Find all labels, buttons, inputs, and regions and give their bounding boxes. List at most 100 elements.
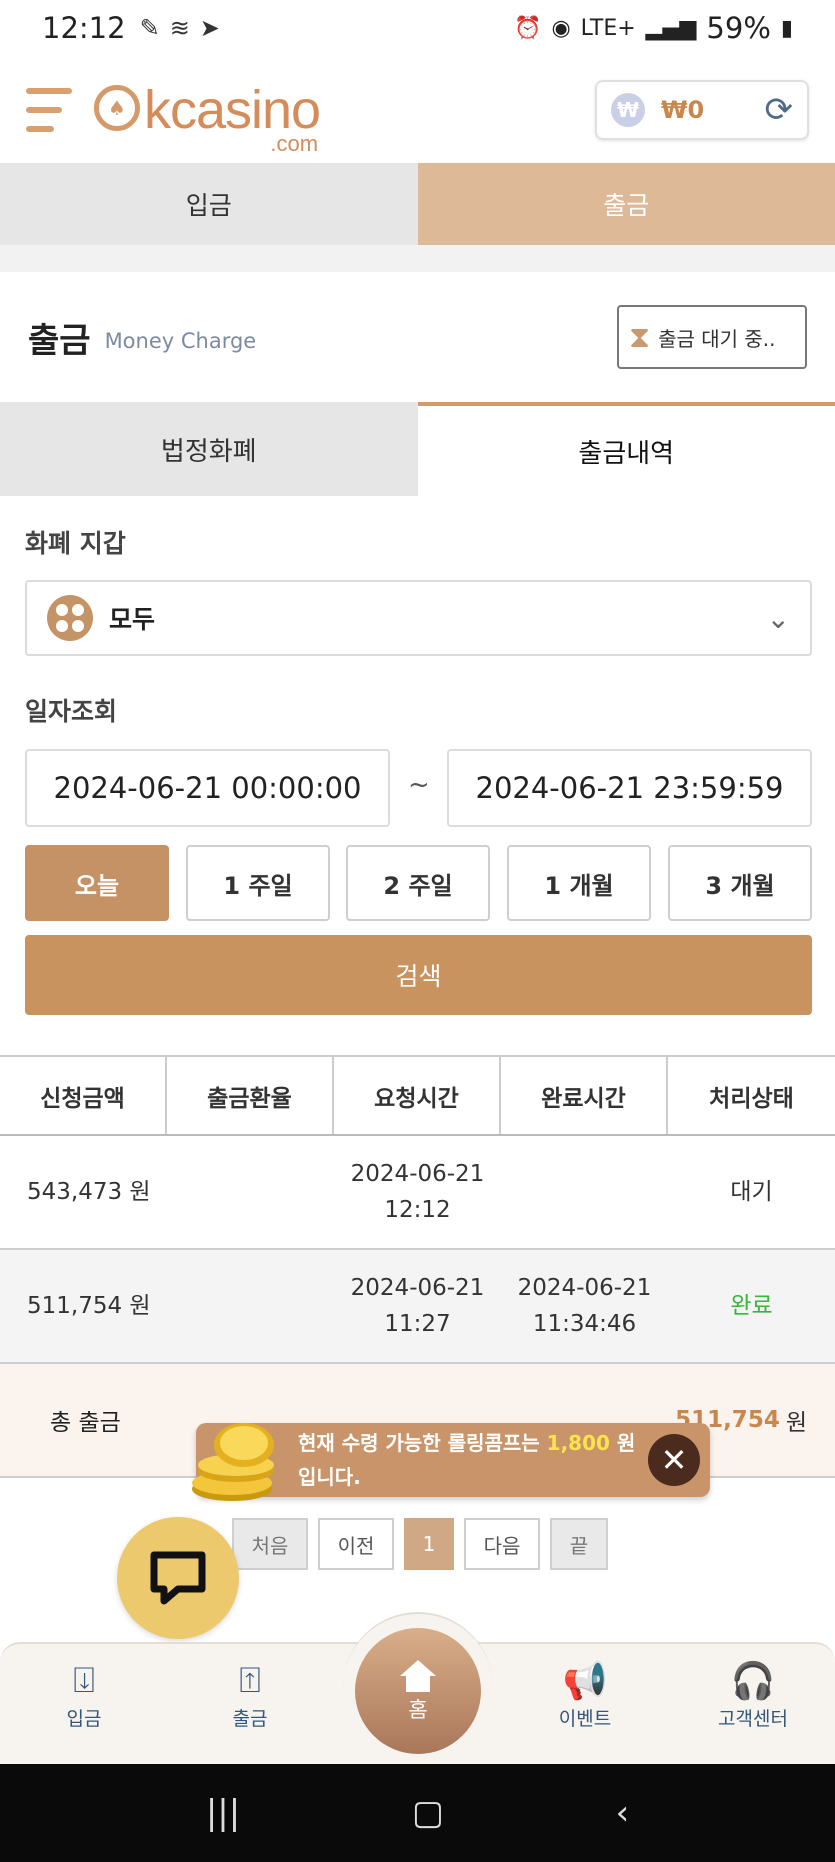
- chevron-down-icon: ⌄: [766, 601, 790, 635]
- nav-support-label: 고객센터: [718, 1708, 788, 1730]
- wallet-balance: ₩ ₩0 ⟳: [595, 79, 809, 140]
- home-circle-icon[interactable]: ▢: [412, 1793, 444, 1833]
- android-nav-bar: ||| ▢ ‹: [0, 1764, 835, 1862]
- nav-deposit[interactable]: ⍗ 입금: [24, 1660, 144, 1731]
- cell-amount: 543,473 원: [27, 1179, 151, 1205]
- range-3month-button[interactable]: 3 개월: [668, 845, 812, 921]
- total-unit: 원: [785, 1410, 807, 1436]
- gold-coins-icon: [192, 1423, 274, 1501]
- range-1month-button[interactable]: 1 개월: [507, 845, 651, 921]
- range-today-button[interactable]: 오늘: [25, 845, 169, 921]
- cell-status: 대기: [730, 1179, 773, 1205]
- tab-withdraw-history[interactable]: 출금내역: [417, 402, 835, 496]
- wave-notification-icon: ≋: [169, 14, 190, 42]
- logo-domain: .com: [270, 130, 319, 156]
- cell-rate: [167, 1250, 334, 1362]
- status-time: 12:12: [42, 11, 126, 45]
- range-1week-button[interactable]: 1 주일: [186, 845, 330, 921]
- wallet-select-value: 모두: [109, 605, 156, 634]
- date-query-label: 일자조회: [25, 697, 118, 726]
- sub-tabs: 법정화폐 출금내역: [0, 402, 835, 496]
- headset-icon: 🎧: [730, 1661, 776, 1702]
- cell-amount: 511,754 원: [27, 1293, 151, 1319]
- nav-event[interactable]: 📢 이벤트: [525, 1660, 645, 1731]
- notification-icons: ✎ ≋ ➤: [140, 14, 220, 42]
- page-last-button[interactable]: 끝: [550, 1518, 608, 1570]
- search-button[interactable]: 검색: [25, 935, 812, 1015]
- start-date-field[interactable]: 2024-06-21 00:00:00: [25, 749, 390, 827]
- section-header: 출금 Money Charge ⧗ 출금 대기 중..: [0, 272, 835, 402]
- page-first-button[interactable]: 처음: [232, 1518, 308, 1570]
- column-header: 출금환율: [167, 1057, 334, 1134]
- page-prev-button[interactable]: 이전: [318, 1518, 394, 1570]
- cell-request-time: 2024-06-21 12:12: [350, 1161, 485, 1223]
- megaphone-icon: 📢: [562, 1661, 608, 1702]
- recent-apps-icon[interactable]: |||: [206, 1793, 240, 1833]
- toast-close-button[interactable]: ✕: [648, 1434, 700, 1486]
- withdraw-history-table: 신청금액 출금환율 요청시간 완료시간 처리상태 543,473 원 2024-…: [0, 1055, 835, 1478]
- column-header: 신청금액: [0, 1057, 167, 1134]
- toast-text: 현재 수령 가능한 롤링콤프는 1,800 원 입니다.: [298, 1431, 636, 1489]
- won-icon: ₩: [611, 92, 645, 127]
- all-grid-icon: [47, 595, 93, 641]
- page-next-button[interactable]: 다음: [464, 1518, 540, 1570]
- tab-withdraw[interactable]: 출금: [417, 163, 835, 245]
- nav-support[interactable]: 🎧 고객센터: [693, 1660, 813, 1731]
- status-right: ⏰ ◉ LTE+ ▂▄▆ 59% ▮: [514, 11, 793, 45]
- nav-home[interactable]: 홈: [355, 1628, 481, 1754]
- tab-fiat[interactable]: 법정화폐: [0, 402, 418, 496]
- column-header: 완료시간: [501, 1057, 668, 1134]
- chat-button[interactable]: [117, 1517, 239, 1639]
- nav-deposit-label: 입금: [66, 1708, 102, 1730]
- signal-icon: ▂▄▆: [645, 15, 697, 41]
- wallet-amount: ₩0: [661, 95, 705, 124]
- pending-label: 출금 대기 중..: [658, 326, 776, 351]
- app-notification-icon: ✎: [139, 14, 160, 42]
- hotspot-icon: ◉: [551, 15, 571, 41]
- back-icon[interactable]: ‹: [616, 1793, 630, 1833]
- divider: [0, 245, 835, 272]
- pagination: 처음 이전 1 다음 끝: [232, 1518, 608, 1570]
- cell-status: 완료: [730, 1293, 773, 1319]
- logo-text: kcasino .com: [144, 79, 321, 156]
- nav-event-label: 이벤트: [558, 1708, 612, 1730]
- alarm-icon: ⏰: [514, 15, 542, 41]
- toast-highlight: 1,800: [546, 1431, 610, 1455]
- app-header: ♠ kcasino .com ₩ ₩0 ⟳: [0, 56, 835, 163]
- total-label: 총 출금: [50, 1410, 121, 1436]
- wallet-select[interactable]: 모두 ⌄: [25, 580, 812, 656]
- page-subtitle: Money Charge: [104, 329, 257, 353]
- deposit-icon: ⍗: [73, 1660, 95, 1701]
- poker-chip-icon: ♠: [94, 84, 140, 131]
- menu-icon[interactable]: [26, 87, 72, 132]
- cell-rate: [167, 1136, 334, 1248]
- status-bar: 12:12 ✎ ≋ ➤ ⏰ ◉ LTE+ ▂▄▆ 59% ▮: [0, 0, 835, 56]
- cell-request-time: 2024-06-21 11:27: [350, 1275, 485, 1337]
- column-header: 처리상태: [709, 1085, 794, 1112]
- telegram-icon: ➤: [199, 14, 220, 42]
- hourglass-icon: ⧗: [629, 319, 651, 355]
- home-icon: [400, 1660, 436, 1692]
- wallet-label: 화폐 지갑: [25, 529, 126, 558]
- withdraw-pending-button[interactable]: ⧗ 출금 대기 중..: [617, 305, 807, 369]
- date-separator: ~: [408, 770, 430, 800]
- page-1-button[interactable]: 1: [404, 1518, 454, 1570]
- cell-complete-time: 2024-06-21 11:34:46: [517, 1275, 652, 1337]
- range-2week-button[interactable]: 2 주일: [346, 845, 490, 921]
- withdraw-icon: ⍐: [239, 1660, 261, 1701]
- cell-complete-time: [501, 1136, 668, 1248]
- table-header: 신청금액 출금환율 요청시간 완료시간 처리상태: [0, 1055, 835, 1136]
- nav-withdraw[interactable]: ⍐ 출금: [190, 1660, 310, 1731]
- tab-deposit[interactable]: 입금: [0, 163, 418, 245]
- chat-bubble-icon: [150, 1551, 206, 1605]
- page-title: 출금: [28, 320, 91, 361]
- refresh-icon[interactable]: ⟳: [765, 90, 794, 130]
- battery-icon: ▮: [780, 15, 793, 41]
- end-date-field[interactable]: 2024-06-21 23:59:59: [447, 749, 812, 827]
- battery-level: 59%: [706, 11, 771, 45]
- column-header: 요청시간: [334, 1057, 501, 1134]
- logo[interactable]: ♠ kcasino .com: [94, 79, 321, 156]
- nav-withdraw-label: 출금: [232, 1708, 268, 1730]
- network-type: LTE+: [580, 15, 636, 41]
- nav-home-label: 홈: [408, 1698, 428, 1722]
